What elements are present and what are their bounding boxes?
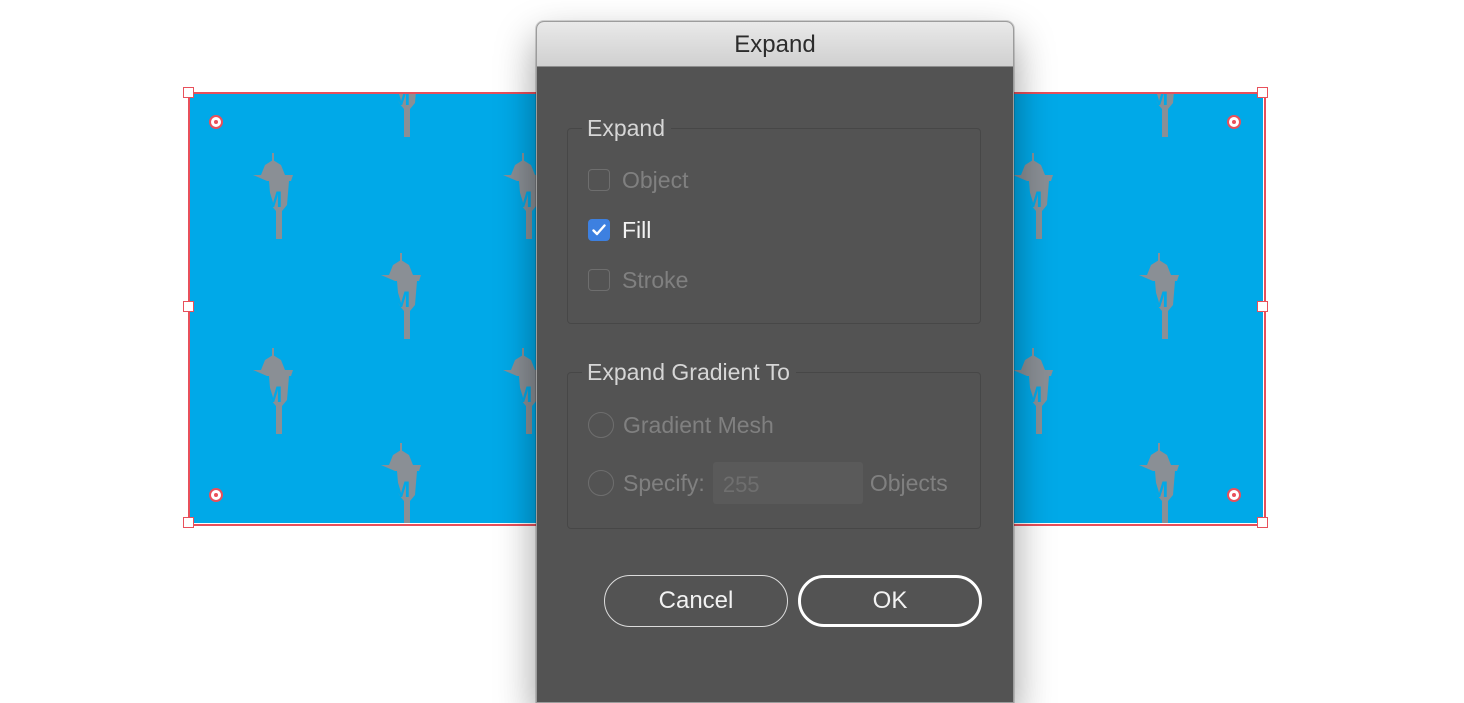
svg-text:M: M (1024, 382, 1042, 407)
svg-text:M: M (392, 93, 410, 110)
cancel-button[interactable]: Cancel (604, 575, 788, 627)
lantern-motif-icon: M (392, 93, 416, 137)
resize-handle-top-right[interactable] (1257, 87, 1268, 98)
objects-label: Objects (869, 469, 948, 496)
svg-text:M: M (1150, 93, 1168, 110)
ok-button[interactable]: OK (798, 575, 982, 627)
svg-text:M: M (392, 477, 410, 502)
dialog-title: Expand (537, 22, 1013, 67)
object-checkbox[interactable] (588, 169, 610, 191)
gradient-mesh-option: Gradient Mesh (588, 410, 774, 440)
fill-option: Fill (588, 215, 651, 245)
svg-text:M: M (1150, 287, 1168, 312)
svg-text:M: M (514, 187, 532, 212)
specify-option: Specify: Objects (588, 461, 948, 505)
lantern-motif-icon: M (1139, 253, 1179, 339)
expand-options-group: Expand Object Fill Stroke (567, 113, 981, 324)
corner-radius-widget-bottom-right[interactable] (1227, 488, 1241, 502)
specify-radio[interactable] (588, 470, 614, 496)
svg-text:M: M (392, 287, 410, 312)
svg-text:M: M (514, 382, 532, 407)
lantern-motif-icon: M (1139, 443, 1179, 523)
object-option: Object (588, 165, 688, 195)
lantern-motif-icon: M (1013, 153, 1053, 239)
expand-group-title: Expand (582, 113, 672, 143)
lantern-motif-icon: M (253, 153, 293, 239)
corner-radius-widget-top-left[interactable] (209, 115, 223, 129)
object-label: Object (622, 166, 689, 193)
svg-text:M: M (1024, 187, 1042, 212)
corner-radius-widget-top-right[interactable] (1227, 115, 1241, 129)
svg-text:M: M (1150, 477, 1168, 502)
resize-handle-middle-right[interactable] (1257, 301, 1268, 312)
svg-text:M: M (264, 187, 282, 212)
svg-text:M: M (264, 382, 282, 407)
specify-label: Specify: (623, 469, 705, 496)
resize-handle-middle-left[interactable] (183, 301, 194, 312)
lantern-motif-icon: M (381, 253, 421, 339)
resize-handle-bottom-right[interactable] (1257, 517, 1268, 528)
gradient-mesh-label: Gradient Mesh (623, 411, 774, 438)
gradient-group-title: Expand Gradient To (582, 357, 796, 387)
checkmark-icon (592, 224, 606, 236)
specify-objects-input[interactable] (712, 462, 863, 504)
corner-radius-widget-bottom-left[interactable] (209, 488, 223, 502)
stroke-option: Stroke (588, 265, 688, 295)
fill-label: Fill (622, 216, 652, 243)
lantern-motif-icon: M (1150, 93, 1174, 137)
lantern-motif-icon: M (381, 443, 421, 523)
expand-dialog: Expand Expand Object Fill Stroke Expand … (536, 21, 1014, 703)
stroke-checkbox[interactable] (588, 269, 610, 291)
expand-gradient-group: Expand Gradient To Gradient Mesh Specify… (567, 357, 981, 529)
resize-handle-top-left[interactable] (183, 87, 194, 98)
fill-checkbox[interactable] (588, 219, 610, 241)
lantern-motif-icon: M (253, 348, 293, 434)
resize-handle-bottom-left[interactable] (183, 517, 194, 528)
gradient-mesh-radio[interactable] (588, 412, 614, 438)
stroke-label: Stroke (622, 266, 689, 293)
lantern-motif-icon: M (1013, 348, 1053, 434)
